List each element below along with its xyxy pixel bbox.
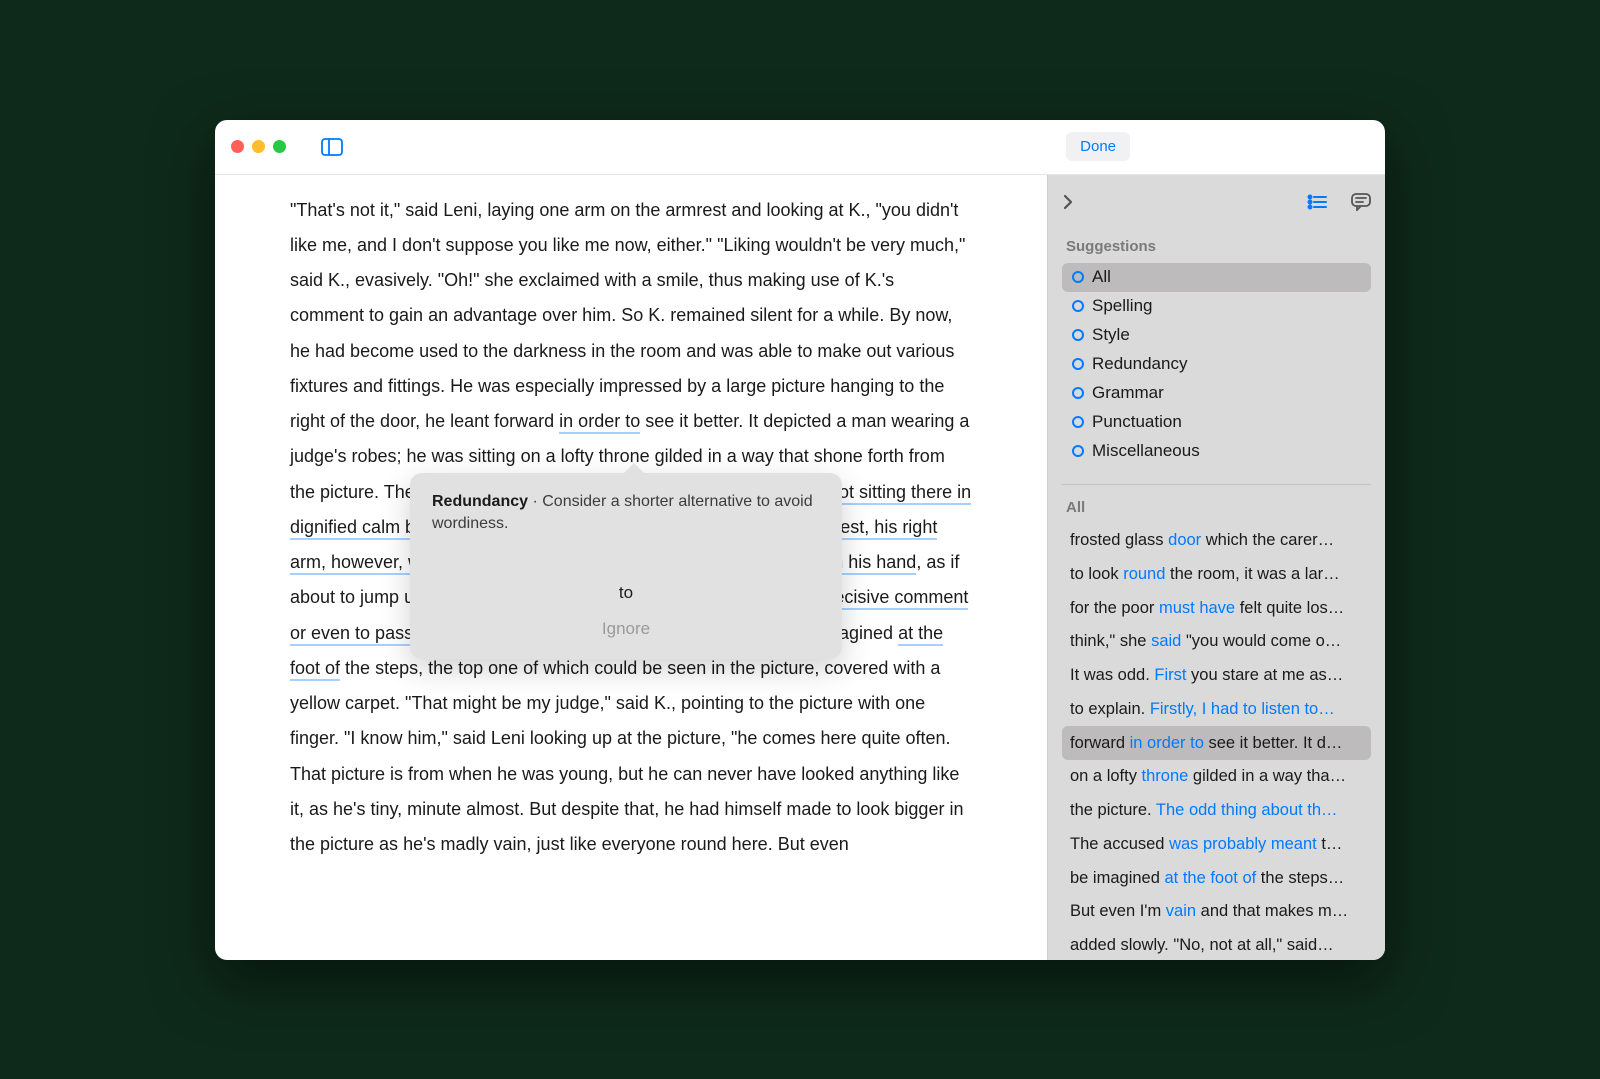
popover-category: Redundancy <box>432 493 528 510</box>
titlebar: Done <box>215 120 1385 175</box>
suggestion-post: "you would come o… <box>1181 632 1341 650</box>
popover-secondary-action[interactable]: Ignore <box>432 611 820 647</box>
filter-label: All <box>1092 267 1111 287</box>
filter-label: Style <box>1092 325 1130 345</box>
filter-label: Spelling <box>1092 296 1153 316</box>
filter-item-grammar[interactable]: Grammar <box>1062 379 1371 408</box>
suggestions-sidebar: Suggestions All Spelling Style Redundancy Gr… <box>1047 175 1385 960</box>
popover-primary-action[interactable]: to <box>432 575 820 611</box>
suggestion-post: the room, it was a lar… <box>1165 565 1339 583</box>
radio-icon <box>1072 358 1084 370</box>
suggestion-item[interactable]: The accused was probably meant t… <box>1062 827 1371 861</box>
suggestion-keyword: First <box>1154 666 1186 684</box>
suggestion-pre: frosted glass <box>1070 531 1168 549</box>
filter-item-spelling[interactable]: Spelling <box>1062 292 1371 321</box>
popover-message: Redundancy · Consider a shorter alternat… <box>432 491 820 536</box>
suggestion-keyword: at the foot of <box>1164 869 1256 887</box>
suggestion-item[interactable]: for the poor must have felt quite los… <box>1062 591 1371 625</box>
suggestion-keyword: was probably meant <box>1169 835 1317 853</box>
traffic-lights <box>231 140 286 153</box>
suggestion-item[interactable]: be imagined at the foot of the steps… <box>1062 861 1371 895</box>
section-divider <box>1062 484 1371 485</box>
suggestion-post: the steps… <box>1256 869 1344 887</box>
suggestion-post: see it better. It d… <box>1204 734 1343 752</box>
suggestion-post: t… <box>1317 835 1343 853</box>
suggestion-keyword: must have <box>1159 599 1235 617</box>
suggestion-keyword: in order to <box>1130 734 1204 752</box>
radio-icon <box>1072 416 1084 428</box>
list-view-icon[interactable] <box>1307 193 1327 211</box>
filter-item-miscellaneous[interactable]: Miscellaneous <box>1062 437 1371 466</box>
suggestion-pre: But even I'm <box>1070 902 1166 920</box>
suggestion-item[interactable]: on a lofty throne gilded in a way tha… <box>1062 760 1371 794</box>
suggestion-pre: It was odd. <box>1070 666 1154 684</box>
suggestion-popover: Redundancy · Consider a shorter alternat… <box>410 473 842 660</box>
suggestion-keyword: Firstly, I had to listen to… <box>1150 700 1335 718</box>
suggestion-pre: on a lofty <box>1070 767 1142 785</box>
radio-icon <box>1072 387 1084 399</box>
sidebar-scroll[interactable]: Suggestions All Spelling Style Redundancy Gr… <box>1048 230 1385 960</box>
suggestion-item[interactable]: forward in order to see it better. It d… <box>1062 726 1371 760</box>
sidebar-toggle-icon[interactable] <box>321 138 343 156</box>
suggestion-post: and that makes m… <box>1196 902 1348 920</box>
comment-icon[interactable] <box>1351 193 1371 211</box>
suggestion-keyword: said <box>1151 632 1181 650</box>
body-text[interactable]: the steps, the top one of which could be… <box>290 658 963 854</box>
suggestion-pre: The accused <box>1070 835 1169 853</box>
filter-label: Miscellaneous <box>1092 441 1200 461</box>
suggestion-post: gilded in a way tha… <box>1188 767 1346 785</box>
filter-item-redundancy[interactable]: Redundancy <box>1062 350 1371 379</box>
editor-pane[interactable]: "That's not it," said Leni, laying one a… <box>215 175 1047 960</box>
suggestion-pre: think," she <box>1070 632 1151 650</box>
highlighted-text[interactable]: in order to <box>559 411 640 434</box>
radio-icon <box>1072 300 1084 312</box>
suggestion-item[interactable]: But even I'm vain and that makes m… <box>1062 895 1371 929</box>
suggestion-keyword: door <box>1168 531 1201 549</box>
suggestion-list: frosted glass door which the carer…to lo… <box>1062 524 1371 960</box>
suggestion-item[interactable]: to explain. Firstly, I had to listen to… <box>1062 692 1371 726</box>
suggestion-item[interactable]: to look round the room, it was a lar… <box>1062 557 1371 591</box>
suggestion-post: felt quite los… <box>1235 599 1344 617</box>
suggestion-pre: for the poor <box>1070 599 1159 617</box>
suggestion-pre: to look <box>1070 565 1123 583</box>
filter-label: Redundancy <box>1092 354 1187 374</box>
suggestion-post: you stare at me as… <box>1186 666 1343 684</box>
radio-icon <box>1072 329 1084 341</box>
filter-label: Punctuation <box>1092 412 1182 432</box>
filter-item-style[interactable]: Style <box>1062 321 1371 350</box>
minimize-window-button[interactable] <box>252 140 265 153</box>
chevron-right-icon[interactable] <box>1062 193 1074 211</box>
radio-icon <box>1072 445 1084 457</box>
all-section-title: All <box>1062 499 1371 516</box>
suggestion-pre: the picture. <box>1070 801 1156 819</box>
body-area: "That's not it," said Leni, laying one a… <box>215 175 1385 960</box>
suggestion-post: which the carer… <box>1201 531 1334 549</box>
suggestion-item[interactable]: the picture. The odd thing about th… <box>1062 794 1371 828</box>
suggestion-item[interactable]: think," she said "you would come o… <box>1062 625 1371 659</box>
suggestion-item[interactable]: It was odd. First you stare at me as… <box>1062 659 1371 693</box>
suggestion-keyword: round <box>1123 565 1165 583</box>
close-window-button[interactable] <box>231 140 244 153</box>
suggestion-pre: to explain. <box>1070 700 1150 718</box>
filter-list: All Spelling Style Redundancy Grammar Punctua… <box>1062 263 1371 466</box>
suggestion-pre: forward <box>1070 734 1130 752</box>
radio-icon <box>1072 271 1084 283</box>
app-window: Done "That's not it," said Leni, laying … <box>215 120 1385 960</box>
suggestion-pre: be imagined <box>1070 869 1164 887</box>
popover-actions: to Ignore <box>432 575 820 647</box>
suggestions-section-title: Suggestions <box>1062 238 1371 255</box>
suggestion-item[interactable]: frosted glass door which the carer… <box>1062 524 1371 558</box>
filter-item-punctuation[interactable]: Punctuation <box>1062 408 1371 437</box>
filter-item-all[interactable]: All <box>1062 263 1371 292</box>
filter-label: Grammar <box>1092 383 1164 403</box>
done-button[interactable]: Done <box>1066 132 1130 161</box>
suggestion-keyword: vain <box>1166 902 1196 920</box>
suggestion-item[interactable]: added slowly. "No, not at all," said… <box>1062 929 1371 960</box>
suggestion-keyword: The odd thing about th… <box>1156 801 1338 819</box>
suggestion-keyword: throne <box>1142 767 1189 785</box>
sidebar-header <box>1048 175 1385 230</box>
body-text[interactable]: "That's not it," said Leni, laying one a… <box>290 200 965 432</box>
suggestion-pre: added slowly. "No, not at all," said… <box>1070 936 1334 954</box>
maximize-window-button[interactable] <box>273 140 286 153</box>
